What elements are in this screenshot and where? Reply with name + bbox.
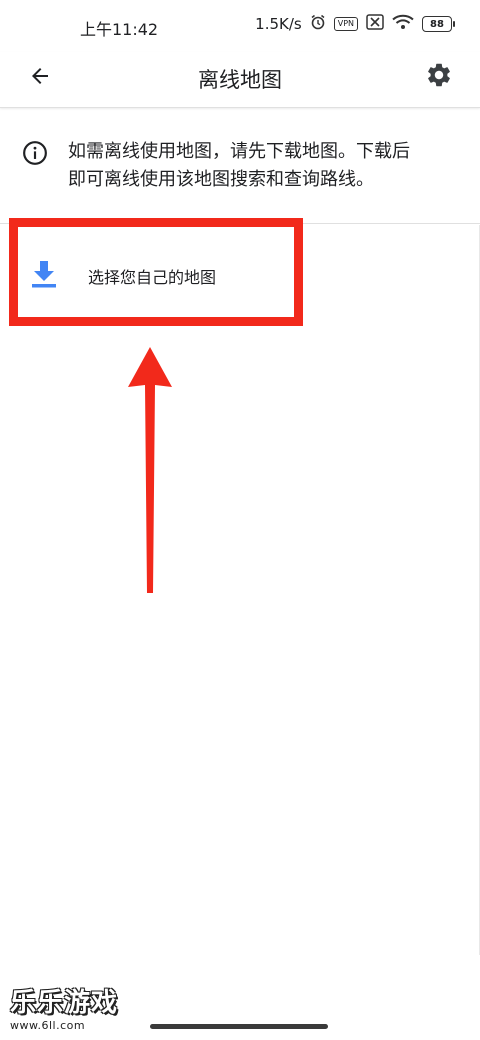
status-icons: 1.5K/s VPN 88 <box>255 14 455 34</box>
watermark: 乐乐游戏 www.6ll.com <box>10 982 130 1032</box>
battery-indicator: 88 <box>422 16 455 32</box>
info-message: 如需离线使用地图，请先下载地图。下载后 即可离线使用该地图搜索和查询路线。 <box>0 108 480 224</box>
annotation-highlight-box <box>9 218 303 326</box>
info-icon <box>22 140 48 170</box>
status-bar: 上午11:42 1.5K/s VPN 88 <box>0 0 480 52</box>
status-time: 上午11:42 <box>80 20 159 39</box>
watermark-url: www.6ll.com <box>10 1019 86 1032</box>
page-title: 离线地图 <box>198 68 282 92</box>
no-sim-icon <box>366 14 384 34</box>
settings-button[interactable] <box>422 60 456 94</box>
annotation-arrow <box>128 347 172 593</box>
app-bar: 离线地图 <box>0 52 480 108</box>
watermark-name: 乐乐游戏 <box>10 988 119 1018</box>
home-indicator[interactable] <box>150 1024 328 1029</box>
info-text: 如需离线使用地图，请先下载地图。下载后 即可离线使用该地图搜索和查询路线。 <box>68 138 458 194</box>
vpn-badge: VPN <box>333 17 358 31</box>
wifi-icon <box>392 14 414 34</box>
info-text-line-1: 如需离线使用地图，请先下载地图。下载后 <box>68 141 410 162</box>
net-speed: 1.5K/s <box>255 15 302 33</box>
gear-icon <box>425 61 453 93</box>
alarm-icon <box>310 14 326 34</box>
info-text-line-2: 即可离线使用该地图搜索和查询路线。 <box>68 169 374 190</box>
